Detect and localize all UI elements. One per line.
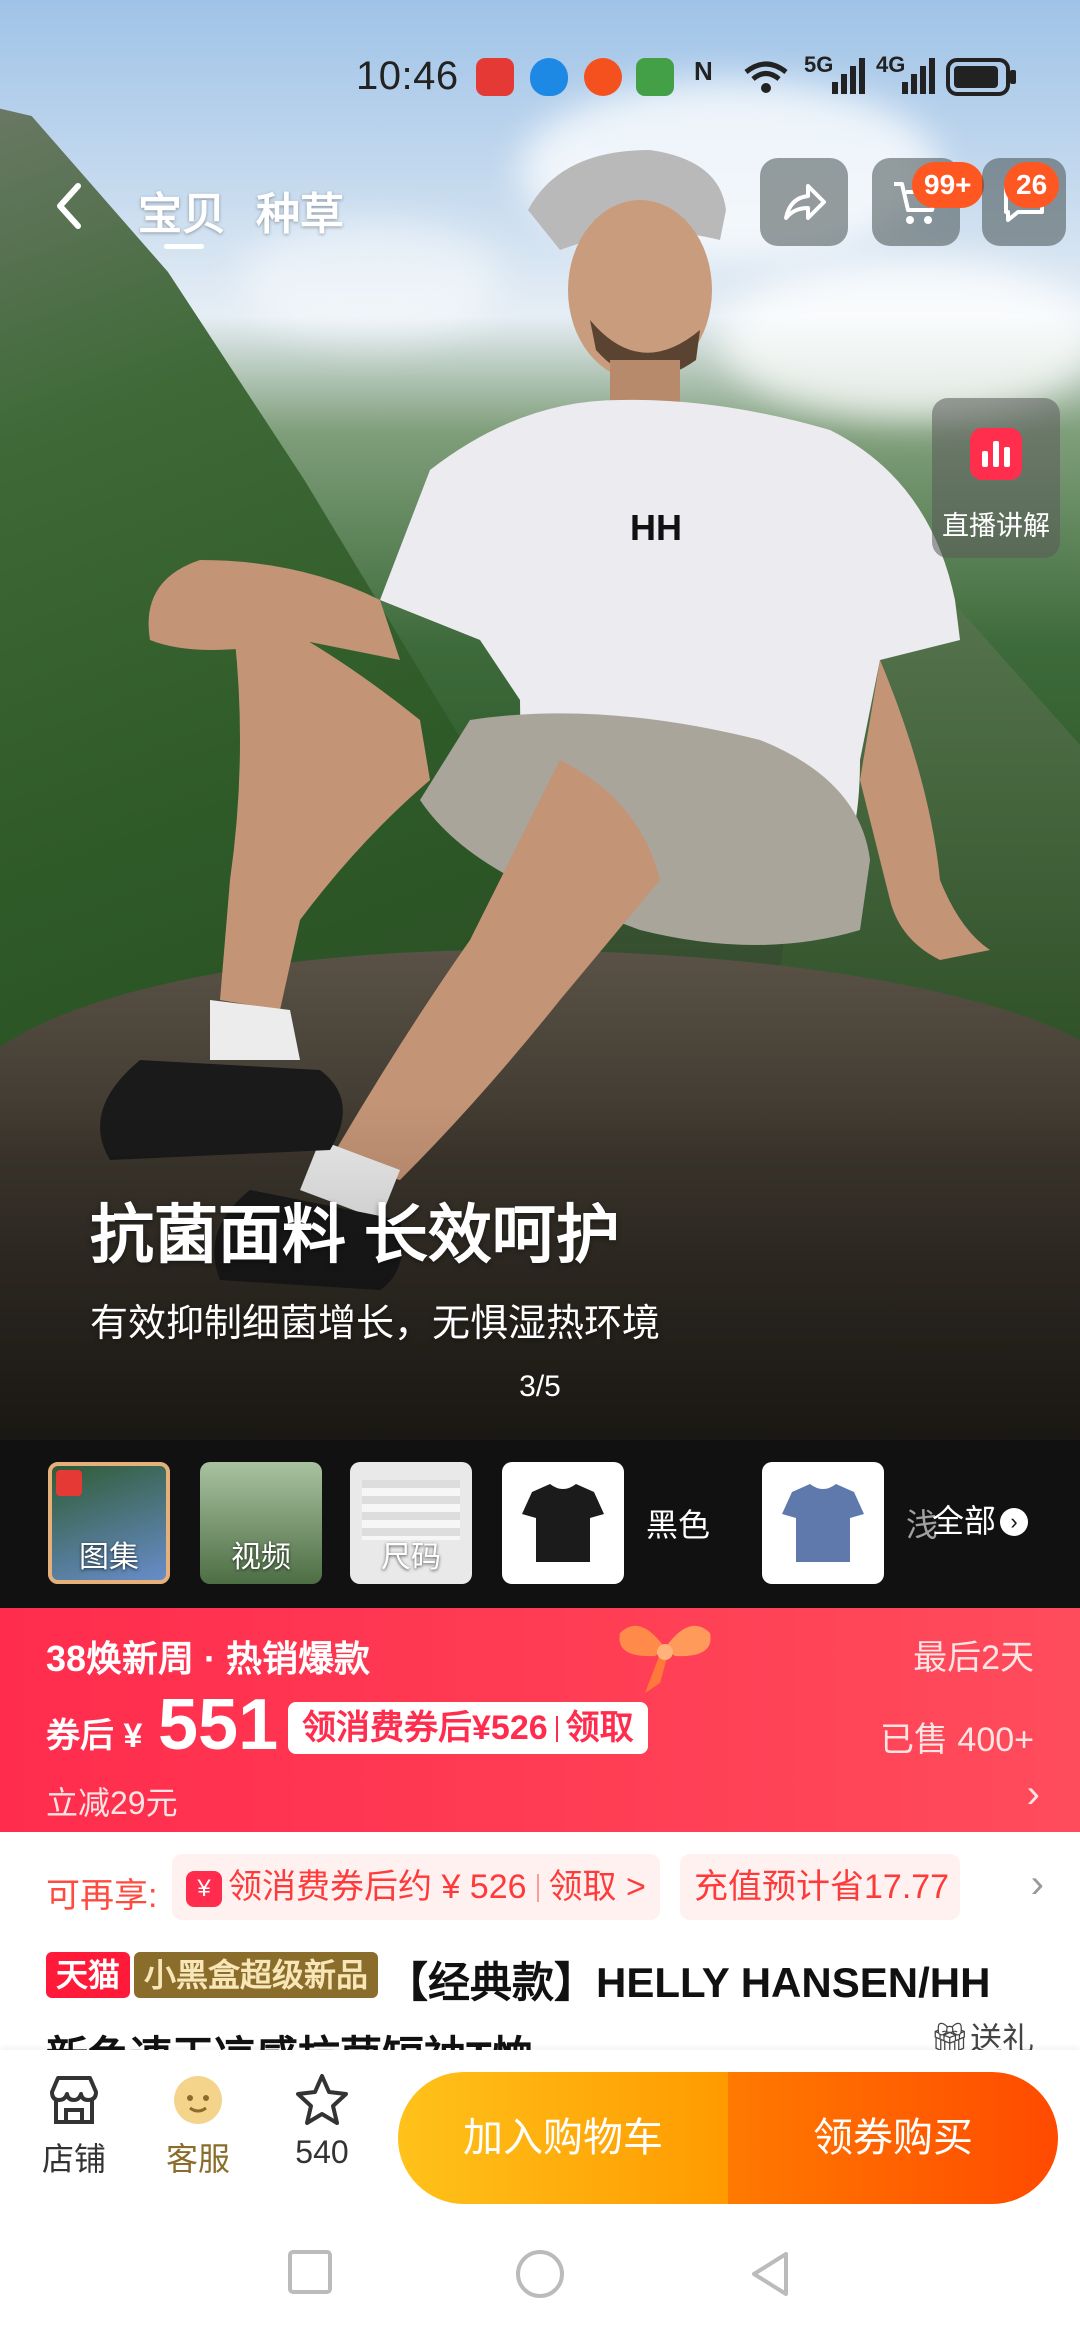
wifi-icon [744,61,788,93]
cart-badge: 99+ [912,162,984,208]
hero-image[interactable]: HH 10:46 N 5G 4G 宝贝 种草 99+ 26 直播讲解 抗菌面料 … [0,0,1080,1440]
status-time: 10:46 [356,54,459,98]
coupon-action: 领取 [565,1709,634,1747]
shop-button[interactable]: 店铺 [24,2070,124,2180]
thumb-label: 视频 [231,1541,291,1574]
svg-text:HH: HH [630,507,682,548]
star-icon [296,2074,348,2125]
live-explain-button[interactable]: 直播讲解 [932,398,1060,558]
thumb-size[interactable]: 尺码 [350,1462,472,1584]
thumbnail-strip: 图集 视频 尺码 黑色 浅 全部 › [0,1440,1080,1608]
gift-button[interactable]: 🎁︎送礼 [929,2014,1034,2050]
shield-icon [530,58,568,96]
chevron-right-icon: › [1026,1772,1040,1816]
tshirt-blue-icon [782,1484,864,1562]
service-icon [174,2076,222,2124]
message-badge: 26 [1004,162,1060,208]
signal-4g: 4G [876,52,906,77]
tab-indicator [164,244,204,249]
product-title-area[interactable]: 【经典款】HELLY HANSEN/HH 新色速干凉感抗菌短袖T恤 天猫 小黑盒… [0,1946,1080,2050]
promo-title: 38焕新周 · 热销爆款 [46,1638,371,1679]
signal-icon-2 [902,58,935,94]
consumer-coupon-offer[interactable]: ¥ 领消费券后约 ¥ 526 领取 > [172,1854,660,1920]
size-table-graphic [362,1480,460,1540]
thumb-label: 图集 [79,1541,139,1574]
offer-coupon-action: 领取 > [548,1868,646,1906]
price-amount: 551 [158,1685,279,1765]
thumb-color-blue[interactable] [762,1462,884,1584]
tshirt-black-icon [522,1484,604,1562]
price-banner[interactable]: 38焕新周 · 热销爆款 最后2天 券后 ¥ 551 领消费券后¥526 领取 已… [0,1608,1080,1832]
back-icon[interactable] [48,176,92,236]
service-button[interactable]: 客服 [148,2070,248,2180]
instant-discount: 立减29元 [46,1785,178,1821]
coupon-tag-icon: ¥ [186,1871,222,1907]
page-indicator: 3/5 [519,1370,561,1403]
status-bar: 10:46 N 5G 4G [0,48,1080,108]
tab-seeding[interactable]: 种草 [256,178,344,242]
buy-with-coupon-button[interactable]: 领券购买 [728,2072,1058,2204]
thumb-color-black[interactable] [502,1462,624,1584]
system-navigation-bar [0,2204,1080,2340]
home-icon[interactable] [514,2248,566,2300]
coupon-text: 领消费券后¥526 [302,1709,548,1747]
service-label: 客服 [165,2141,230,2177]
thumb-label: 尺码 [381,1541,441,1574]
share-button[interactable] [760,158,848,246]
recharge-text: 充值预计省17.77 [694,1868,950,1906]
offers-label: 可再享: [46,1877,158,1915]
huawei-app-icon [476,58,514,96]
bow-decoration-icon [619,1625,711,1693]
countdown-text: 最后2天 [913,1639,1034,1677]
hh-logo-icon [56,1470,82,1496]
recent-apps-icon[interactable] [286,2248,334,2296]
bottom-action-bar: 店铺 客服 540 加入购物车 领券购买 [0,2050,1080,2204]
nfc-icon: N [694,56,713,86]
wechat-icon [636,58,674,96]
weibo-icon [584,58,622,96]
new-product-tag: 小黑盒超级新品 [134,1952,379,1998]
color-black-label[interactable]: 黑色 [646,1500,710,1546]
view-all-button[interactable]: 全部 › [932,1496,1029,1542]
offers-row: 可再享: ¥ 领消费券后约 ¥ 526 领取 > 充值预计省17.77 › [0,1832,1080,1946]
shop-label: 店铺 [41,2141,106,2177]
price-prefix: 券后 ¥ [46,1717,143,1755]
chevron-right-icon: › [1000,1508,1029,1536]
gift-icon: 🎁︎ [929,2021,970,2050]
chevron-right-icon[interactable]: › [1031,1862,1044,1907]
thumb-video[interactable]: 视频 [200,1462,322,1584]
signal-5g: 5G [804,52,834,77]
sold-count: 已售 400+ [879,1721,1034,1759]
coupon-claim-button[interactable]: 领消费券后¥526 领取 [288,1702,648,1754]
tmall-tag: 天猫 [46,1952,131,1998]
gift-label: 送礼 [969,2021,1034,2050]
hero-subline: 有效抑制细菌增长，无惧湿热环境 [90,1303,661,1345]
add-to-cart-button[interactable]: 加入购物车 [398,2072,728,2204]
tab-item[interactable]: 宝贝 [138,178,226,242]
hero-headline: 抗菌面料 长效呵护 [90,1199,620,1271]
view-all-label: 全部 [932,1503,997,1539]
back-nav-icon[interactable] [746,2248,794,2300]
offer-coupon-text: 领消费券后约 ¥ 526 [228,1868,527,1906]
live-label: 直播讲解 [942,511,1050,541]
signal-icon [832,58,865,94]
favorite-button[interactable]: 540 [272,2070,372,2171]
thumb-gallery[interactable]: 图集 [48,1462,170,1584]
favorite-count: 540 [295,2134,349,2170]
recharge-offer[interactable]: 充值预计省17.77 [680,1854,960,1920]
battery-icon [946,58,1016,96]
share-icon [784,184,826,220]
shop-icon [50,2076,98,2124]
live-icon [970,428,1022,480]
